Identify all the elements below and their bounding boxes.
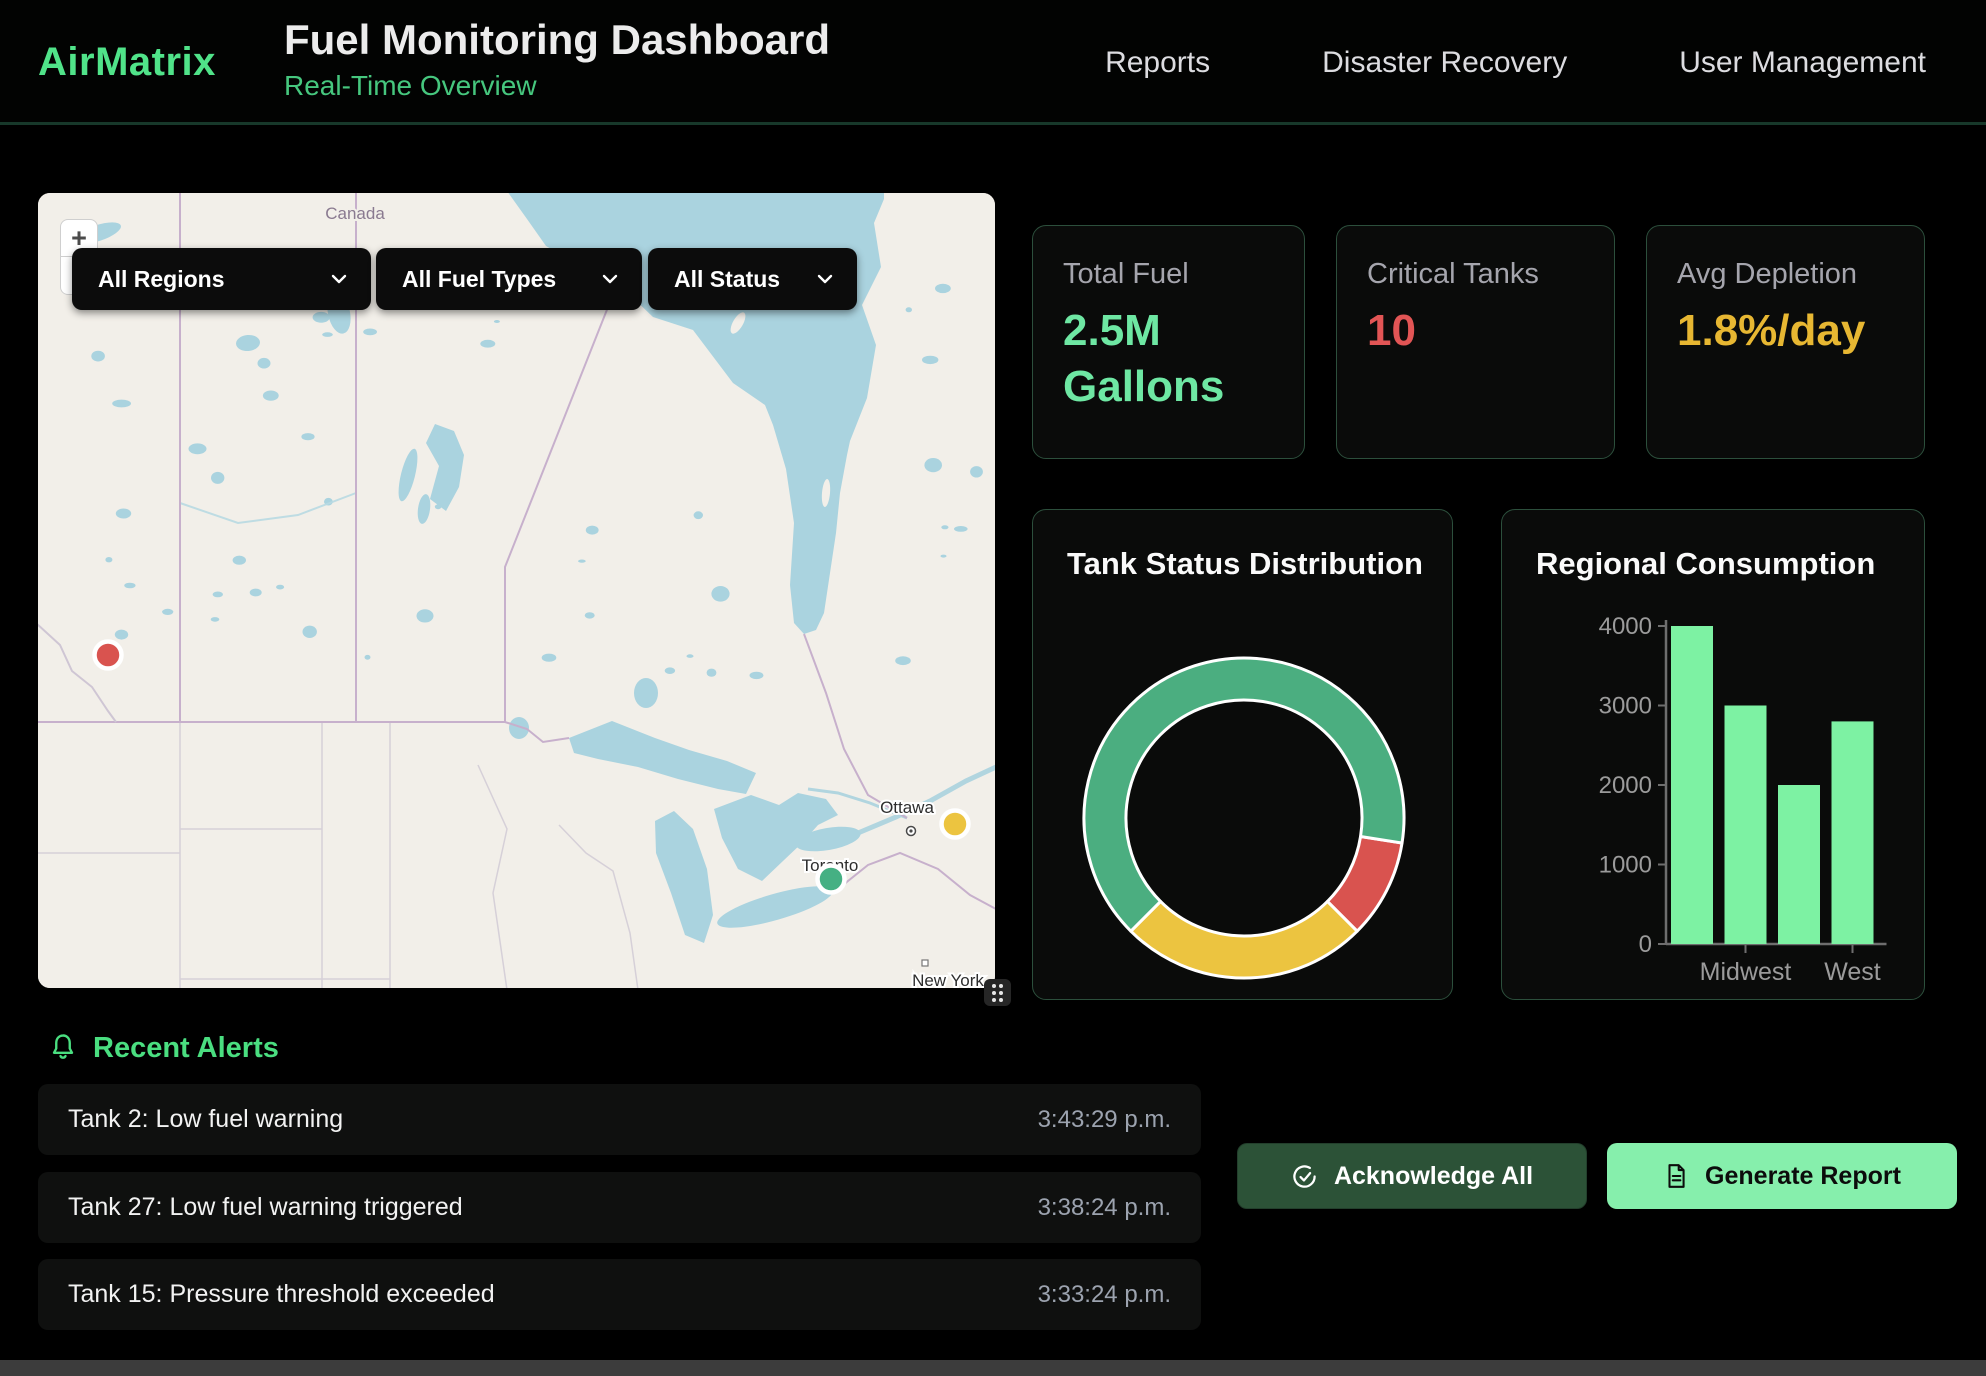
nav-disaster-recovery[interactable]: Disaster Recovery: [1322, 46, 1567, 80]
stat-value-avg-depletion: 1.8%/day: [1677, 303, 1894, 359]
tank-status-donut-chart[interactable]: [1033, 510, 1454, 1001]
ottawa-town-dot-center: [909, 829, 912, 832]
stat-label: Critical Tanks: [1367, 258, 1584, 291]
fuel-type-filter-value: All Fuel Types: [402, 266, 556, 293]
nav-reports[interactable]: Reports: [1105, 46, 1210, 80]
bar-xtick-label: West: [1824, 958, 1881, 986]
nav-user-management[interactable]: User Management: [1679, 46, 1926, 80]
footer-strip: [0, 1360, 1986, 1376]
map-canvas[interactable]: Canada Ottawa Toronto New York: [38, 193, 995, 988]
alert-time: 3:33:24 p.m.: [1038, 1281, 1171, 1309]
bar-ytick-label: 0: [1639, 931, 1652, 958]
alert-text: Tank 15: Pressure threshold exceeded: [68, 1280, 495, 1309]
stat-label: Total Fuel: [1063, 258, 1274, 291]
consumption-bar-0[interactable]: [1671, 626, 1713, 944]
alert-text: Tank 2: Low fuel warning: [68, 1105, 343, 1134]
donut-segment-warning[interactable]: [1131, 901, 1357, 978]
alert-time: 3:38:24 p.m.: [1038, 1194, 1171, 1222]
stat-card-critical-tanks: Critical Tanks 10: [1336, 225, 1615, 459]
stat-card-avg-depletion: Avg Depletion 1.8%/day: [1646, 225, 1925, 459]
region-filter-dropdown[interactable]: All Regions: [72, 248, 371, 310]
alert-row: Tank 15: Pressure threshold exceeded 3:3…: [38, 1259, 1201, 1330]
region-filter-value: All Regions: [98, 266, 225, 293]
alert-row: Tank 2: Low fuel warning 3:43:29 p.m.: [38, 1084, 1201, 1155]
page-title: Fuel Monitoring Dashboard: [284, 16, 830, 64]
recent-alerts-heading: Recent Alerts: [48, 1028, 279, 1068]
bar-xtick-label: Midwest: [1700, 958, 1792, 986]
stat-value-critical-tanks: 10: [1367, 303, 1584, 359]
map-label-new-york: New York: [912, 971, 984, 988]
map-resize-handle[interactable]: [984, 979, 1011, 1006]
recent-alerts-title: Recent Alerts: [93, 1032, 279, 1065]
alert-text: Tank 27: Low fuel warning triggered: [68, 1193, 463, 1222]
status-filter-value: All Status: [674, 266, 780, 293]
dashboard-root: AirMatrix Fuel Monitoring Dashboard Real…: [0, 0, 1986, 1376]
status-filter-dropdown[interactable]: All Status: [648, 248, 857, 310]
chevron-down-icon: [600, 269, 620, 289]
map-panel[interactable]: Canada Ottawa Toronto New York + − All R…: [38, 193, 995, 988]
regional-consumption-chart-card: Regional Consumption 01000200030004000Mi…: [1501, 509, 1925, 1000]
consumption-bar-1[interactable]: [1725, 706, 1767, 945]
regional-consumption-bar-chart[interactable]: 0 1000 2000 3000 4000 Midwest West: [1502, 510, 1926, 1001]
stat-value-total-fuel: 2.5M Gallons: [1063, 303, 1274, 415]
chevron-down-icon: [815, 269, 835, 289]
consumption-bar-3[interactable]: [1832, 721, 1874, 944]
main-nav: Reports Disaster Recovery User Managemen…: [1105, 0, 1926, 125]
map-label-ottawa: Ottawa: [880, 798, 934, 817]
document-icon: [1663, 1163, 1689, 1189]
generate-report-label: Generate Report: [1705, 1162, 1901, 1191]
app-logo: AirMatrix: [38, 0, 216, 125]
acknowledge-all-label: Acknowledge All: [1334, 1162, 1533, 1191]
alert-row: Tank 27: Low fuel warning triggered 3:38…: [38, 1172, 1201, 1243]
page-subtitle: Real-Time Overview: [284, 70, 830, 102]
tank-status-chart-card: Tank Status Distribution: [1032, 509, 1453, 1000]
consumption-bar-2[interactable]: [1778, 785, 1820, 944]
acknowledge-all-button[interactable]: Acknowledge All: [1237, 1143, 1587, 1209]
alert-time: 3:43:29 p.m.: [1038, 1106, 1171, 1134]
check-circle-icon: [1291, 1163, 1318, 1190]
stat-label: Avg Depletion: [1677, 258, 1894, 291]
generate-report-button[interactable]: Generate Report: [1607, 1143, 1957, 1209]
map-filters: All Regions All Fuel Types All Status: [72, 248, 857, 310]
new-york-town-dot: [922, 960, 928, 966]
bar-ytick-label: 1000: [1599, 852, 1652, 879]
bar-ytick-label: 4000: [1599, 613, 1652, 640]
chevron-down-icon: [329, 269, 349, 289]
tank-marker-normal[interactable]: [818, 866, 845, 893]
stat-card-total-fuel: Total Fuel 2.5M Gallons: [1032, 225, 1305, 459]
title-block: Fuel Monitoring Dashboard Real-Time Over…: [284, 16, 830, 102]
bell-icon: [48, 1031, 78, 1065]
tank-marker-warning[interactable]: [942, 811, 969, 838]
bar-ytick-label: 2000: [1599, 772, 1652, 799]
map-label-canada: Canada: [325, 204, 385, 223]
fuel-type-filter-dropdown[interactable]: All Fuel Types: [376, 248, 642, 310]
header: AirMatrix Fuel Monitoring Dashboard Real…: [0, 0, 1986, 125]
tank-marker-critical[interactable]: [95, 642, 122, 669]
bar-ytick-label: 3000: [1599, 693, 1652, 720]
